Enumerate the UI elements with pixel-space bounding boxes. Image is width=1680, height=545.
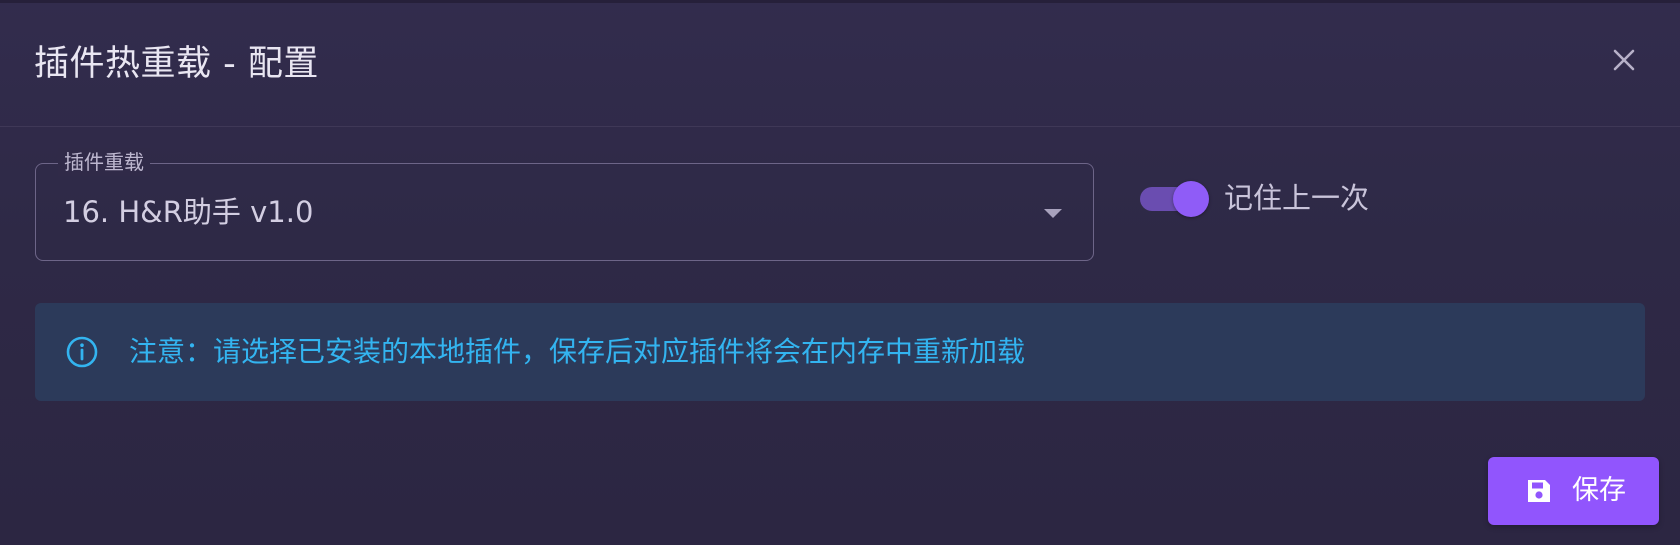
plugin-select-value: 16. H&R助手 v1.0 bbox=[63, 195, 314, 229]
toggle-knob bbox=[1173, 181, 1209, 217]
info-icon bbox=[65, 335, 99, 369]
info-alert: 注意：请选择已安装的本地插件，保存后对应插件将会在内存中重新加载 bbox=[35, 303, 1645, 401]
plugin-select-label: 插件重载 bbox=[58, 148, 150, 176]
alert-message: 注意：请选择已安装的本地插件，保存后对应插件将会在内存中重新加载 bbox=[129, 335, 1026, 368]
save-button[interactable]: 保存 bbox=[1488, 457, 1659, 525]
dialog-title: 插件热重载 - 配置 bbox=[34, 44, 319, 84]
plugin-select[interactable]: 插件重载 16. H&R助手 v1.0 bbox=[35, 148, 1094, 261]
chevron-down-icon bbox=[1044, 209, 1062, 218]
remember-last-toggle[interactable] bbox=[1140, 181, 1210, 217]
plugin-reload-dialog: 插件热重载 - 配置 插件重载 16. H&R助手 v1.0 记住上一次 注意：… bbox=[0, 0, 1680, 545]
close-icon bbox=[1613, 49, 1635, 71]
remember-last-label: 记住上一次 bbox=[1224, 181, 1370, 215]
save-icon bbox=[1525, 477, 1553, 505]
dialog-header: 插件热重载 - 配置 bbox=[0, 0, 1680, 127]
close-button[interactable] bbox=[1604, 40, 1644, 80]
save-button-label: 保存 bbox=[1572, 475, 1626, 506]
